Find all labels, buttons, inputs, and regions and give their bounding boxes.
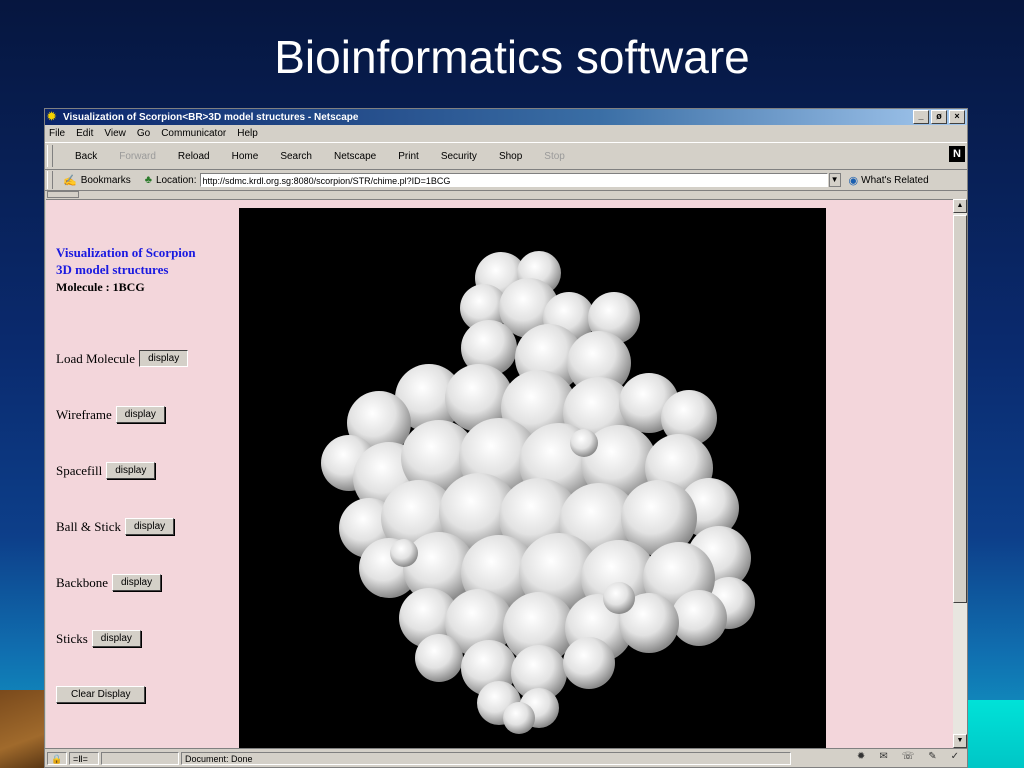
- slide-title: Bioinformatics software: [274, 31, 750, 83]
- browser-window: ✹ Visualization of Scorpion<BR>3D model …: [44, 108, 968, 768]
- control-row-sticks: Sticks display: [56, 630, 141, 647]
- security-button[interactable]: Security: [441, 151, 477, 162]
- decorative-shape-right: [964, 700, 1024, 768]
- forward-button[interactable]: Forward: [119, 151, 156, 162]
- menu-edit[interactable]: Edit: [76, 128, 93, 139]
- stop-button[interactable]: Stop: [544, 151, 565, 162]
- search-button[interactable]: Search: [280, 151, 312, 162]
- navigation-toolbar: Back Forward Reload Home Search Netscape…: [45, 142, 967, 170]
- control-label: Sticks: [56, 630, 88, 646]
- backbone-display-button[interactable]: display: [111, 574, 162, 591]
- menu-go[interactable]: Go: [137, 128, 150, 139]
- sticks-display-button[interactable]: display: [91, 630, 141, 647]
- netscape-button[interactable]: Netscape: [334, 151, 376, 162]
- window-title: Visualization of Scorpion<BR>3D model st…: [63, 111, 359, 123]
- bookmarks-button[interactable]: Bookmarks: [81, 175, 131, 186]
- spacefill-display-button[interactable]: display: [106, 462, 156, 479]
- url-input[interactable]: http://sdmc.krdl.org.sg:8080/scorpion/ST…: [199, 173, 828, 187]
- scroll-thumb[interactable]: [953, 215, 967, 603]
- control-row-ball-stick: Ball & Stick display: [56, 518, 175, 535]
- location-icon[interactable]: ♣: [145, 174, 152, 186]
- status-text: Document: Done: [181, 751, 791, 765]
- molecule-surface: [321, 251, 755, 734]
- mail-icon[interactable]: ✉: [879, 751, 887, 762]
- menu-view[interactable]: View: [104, 128, 126, 139]
- control-label: Ball & Stick: [56, 518, 121, 534]
- menu-communicator[interactable]: Communicator: [161, 128, 226, 139]
- control-label: Backbone: [56, 574, 108, 590]
- menu-bar: File Edit View Go Communicator Help: [45, 125, 967, 142]
- print-button[interactable]: Print: [398, 151, 419, 162]
- personal-toolbar: [45, 191, 967, 198]
- back-button[interactable]: Back: [75, 151, 97, 162]
- wireframe-display-button[interactable]: display: [115, 406, 165, 423]
- page-heading-line1: Visualization of Scorpion: [56, 245, 196, 260]
- vertical-scrollbar[interactable]: ▲ ▼: [953, 199, 967, 748]
- close-button[interactable]: ×: [949, 110, 965, 124]
- navigator-icon[interactable]: ✹: [857, 751, 865, 762]
- bookmarks-icon[interactable]: ✍: [63, 174, 77, 187]
- page-heading: Visualization of Scorpion 3D model struc…: [56, 244, 196, 278]
- progress-field: [101, 751, 179, 765]
- location-label: Location:: [155, 174, 197, 186]
- clear-display-row: Clear Display: [56, 686, 146, 703]
- toolbar-grip[interactable]: [47, 145, 53, 167]
- composer-icon[interactable]: ✎: [928, 751, 936, 762]
- clear-display-button[interactable]: Clear Display: [56, 686, 146, 703]
- scroll-down-icon[interactable]: ▼: [953, 734, 967, 748]
- page-heading-line2: 3D model structures: [56, 262, 169, 277]
- ball-stick-display-button[interactable]: display: [125, 518, 175, 535]
- control-row-spacefill: Spacefill display: [56, 462, 156, 479]
- scroll-up-icon[interactable]: ▲: [953, 199, 967, 213]
- newsgroup-icon[interactable]: ☏: [902, 751, 915, 762]
- control-label: Load Molecule: [56, 350, 136, 366]
- security-lock-icon[interactable]: 🔒: [47, 751, 67, 765]
- molecule-viewer[interactable]: [239, 208, 826, 749]
- reload-button[interactable]: Reload: [178, 151, 210, 162]
- check-icon[interactable]: ✓: [951, 751, 959, 762]
- netscape-app-icon: ✹: [47, 111, 57, 123]
- location-toolbar: ✍ Bookmarks ♣ Location: http://sdmc.krdl…: [45, 170, 967, 191]
- control-label: Spacefill: [56, 462, 103, 478]
- minimize-button[interactable]: _: [913, 110, 929, 124]
- control-row-wireframe: Wireframe display: [56, 406, 165, 423]
- status-bar: 🔒 =Ⅱ= Document: Done ✹ ✉ ☏ ✎ ✓: [45, 748, 967, 767]
- url-dropdown-button[interactable]: ▼: [828, 173, 841, 187]
- whats-related-button[interactable]: ◉ What's Related: [849, 174, 929, 187]
- control-label: Wireframe: [56, 406, 112, 422]
- shop-button[interactable]: Shop: [499, 151, 522, 162]
- netscape-logo-icon[interactable]: N: [949, 146, 965, 162]
- whats-related-label: What's Related: [861, 174, 929, 186]
- location-grip[interactable]: [47, 171, 53, 189]
- menu-help[interactable]: Help: [237, 128, 258, 139]
- control-row-backbone: Backbone display: [56, 574, 162, 591]
- molecule-label: Molecule : 1BCG: [56, 280, 145, 294]
- page-content: Visualization of Scorpion 3D model struc…: [46, 199, 954, 749]
- personal-toolbar-tab[interactable]: [47, 191, 79, 198]
- restore-button[interactable]: ø: [931, 110, 947, 124]
- home-button[interactable]: Home: [232, 151, 259, 162]
- load-molecule-display-button[interactable]: display: [139, 350, 189, 367]
- title-bar: ✹ Visualization of Scorpion<BR>3D model …: [45, 109, 967, 125]
- menu-file[interactable]: File: [49, 128, 65, 139]
- control-row-load-molecule: Load Molecule display: [56, 350, 189, 367]
- connection-icon: =Ⅱ=: [69, 751, 99, 765]
- whats-related-icon: ◉: [848, 174, 859, 187]
